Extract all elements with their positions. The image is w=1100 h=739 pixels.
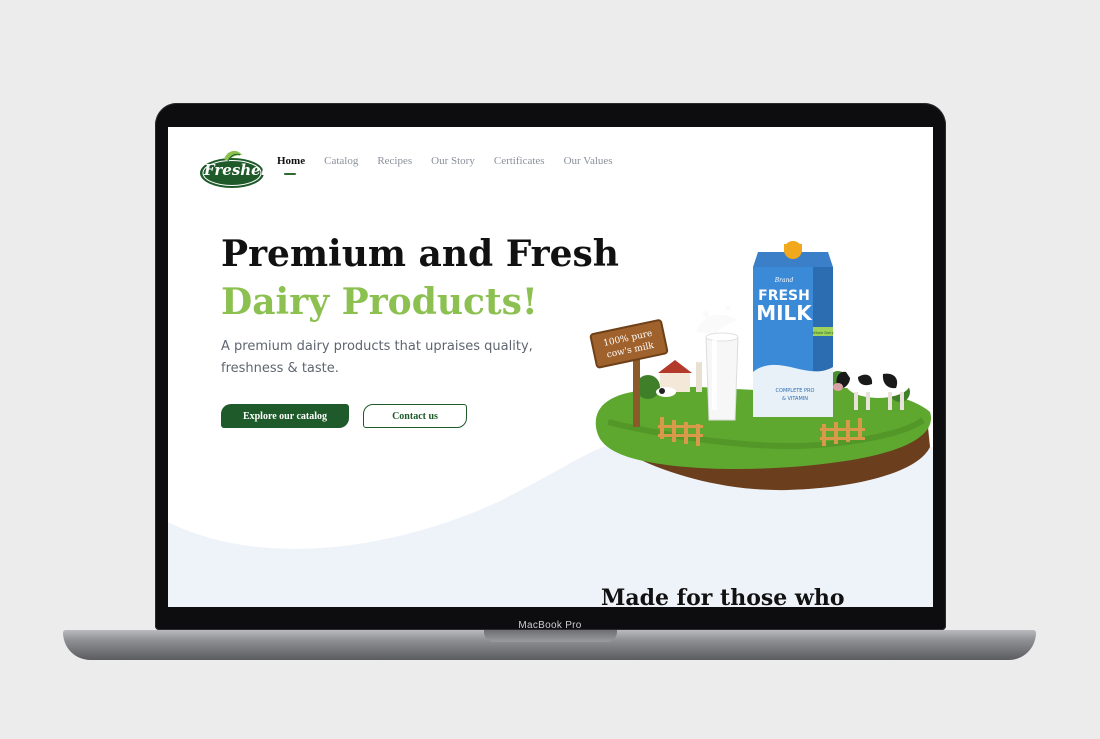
nav-catalog[interactable]: Catalog	[324, 155, 358, 167]
explore-catalog-button[interactable]: Explore our catalog	[221, 404, 349, 428]
section-heading: Made for those who	[601, 585, 845, 607]
hero-subtitle: A premium dairy products that upraises q…	[221, 339, 533, 376]
nav-certificates[interactable]: Certificates	[494, 155, 545, 167]
carton-title-line2: MILK	[756, 301, 813, 325]
carton-tag: Whole Dairy	[812, 331, 833, 335]
hero-title-line1: Premium and Fresh	[221, 233, 619, 275]
logo-wordmark: Fresher	[204, 161, 269, 179]
main-navigation: Home Catalog Recipes Our Story Certifica…	[277, 155, 613, 175]
hero-dairy-illustration: Brand FRESH MILK Whole Dairy COMPLETE PR…	[589, 241, 932, 491]
nav-recipes[interactable]: Recipes	[377, 155, 412, 167]
hero-title-line2: Dairy Products!	[221, 281, 538, 323]
nav-home[interactable]: Home	[277, 155, 305, 175]
laptop-notch	[484, 630, 617, 642]
website-screen: Fresher Home Catalog Recipes Our Story C…	[168, 127, 933, 607]
carton-side-line1: COMPLETE PRO	[776, 388, 815, 394]
contact-us-button[interactable]: Contact us	[363, 404, 467, 428]
nav-our-values[interactable]: Our Values	[564, 155, 613, 167]
device-label: MacBook Pro	[518, 620, 582, 631]
carton-side-line2: & VITAMIN	[782, 396, 808, 402]
hero-title: Premium and Fresh Dairy Products!	[221, 230, 619, 326]
nav-our-story[interactable]: Our Story	[431, 155, 475, 167]
carton-brand: Brand	[774, 277, 794, 284]
